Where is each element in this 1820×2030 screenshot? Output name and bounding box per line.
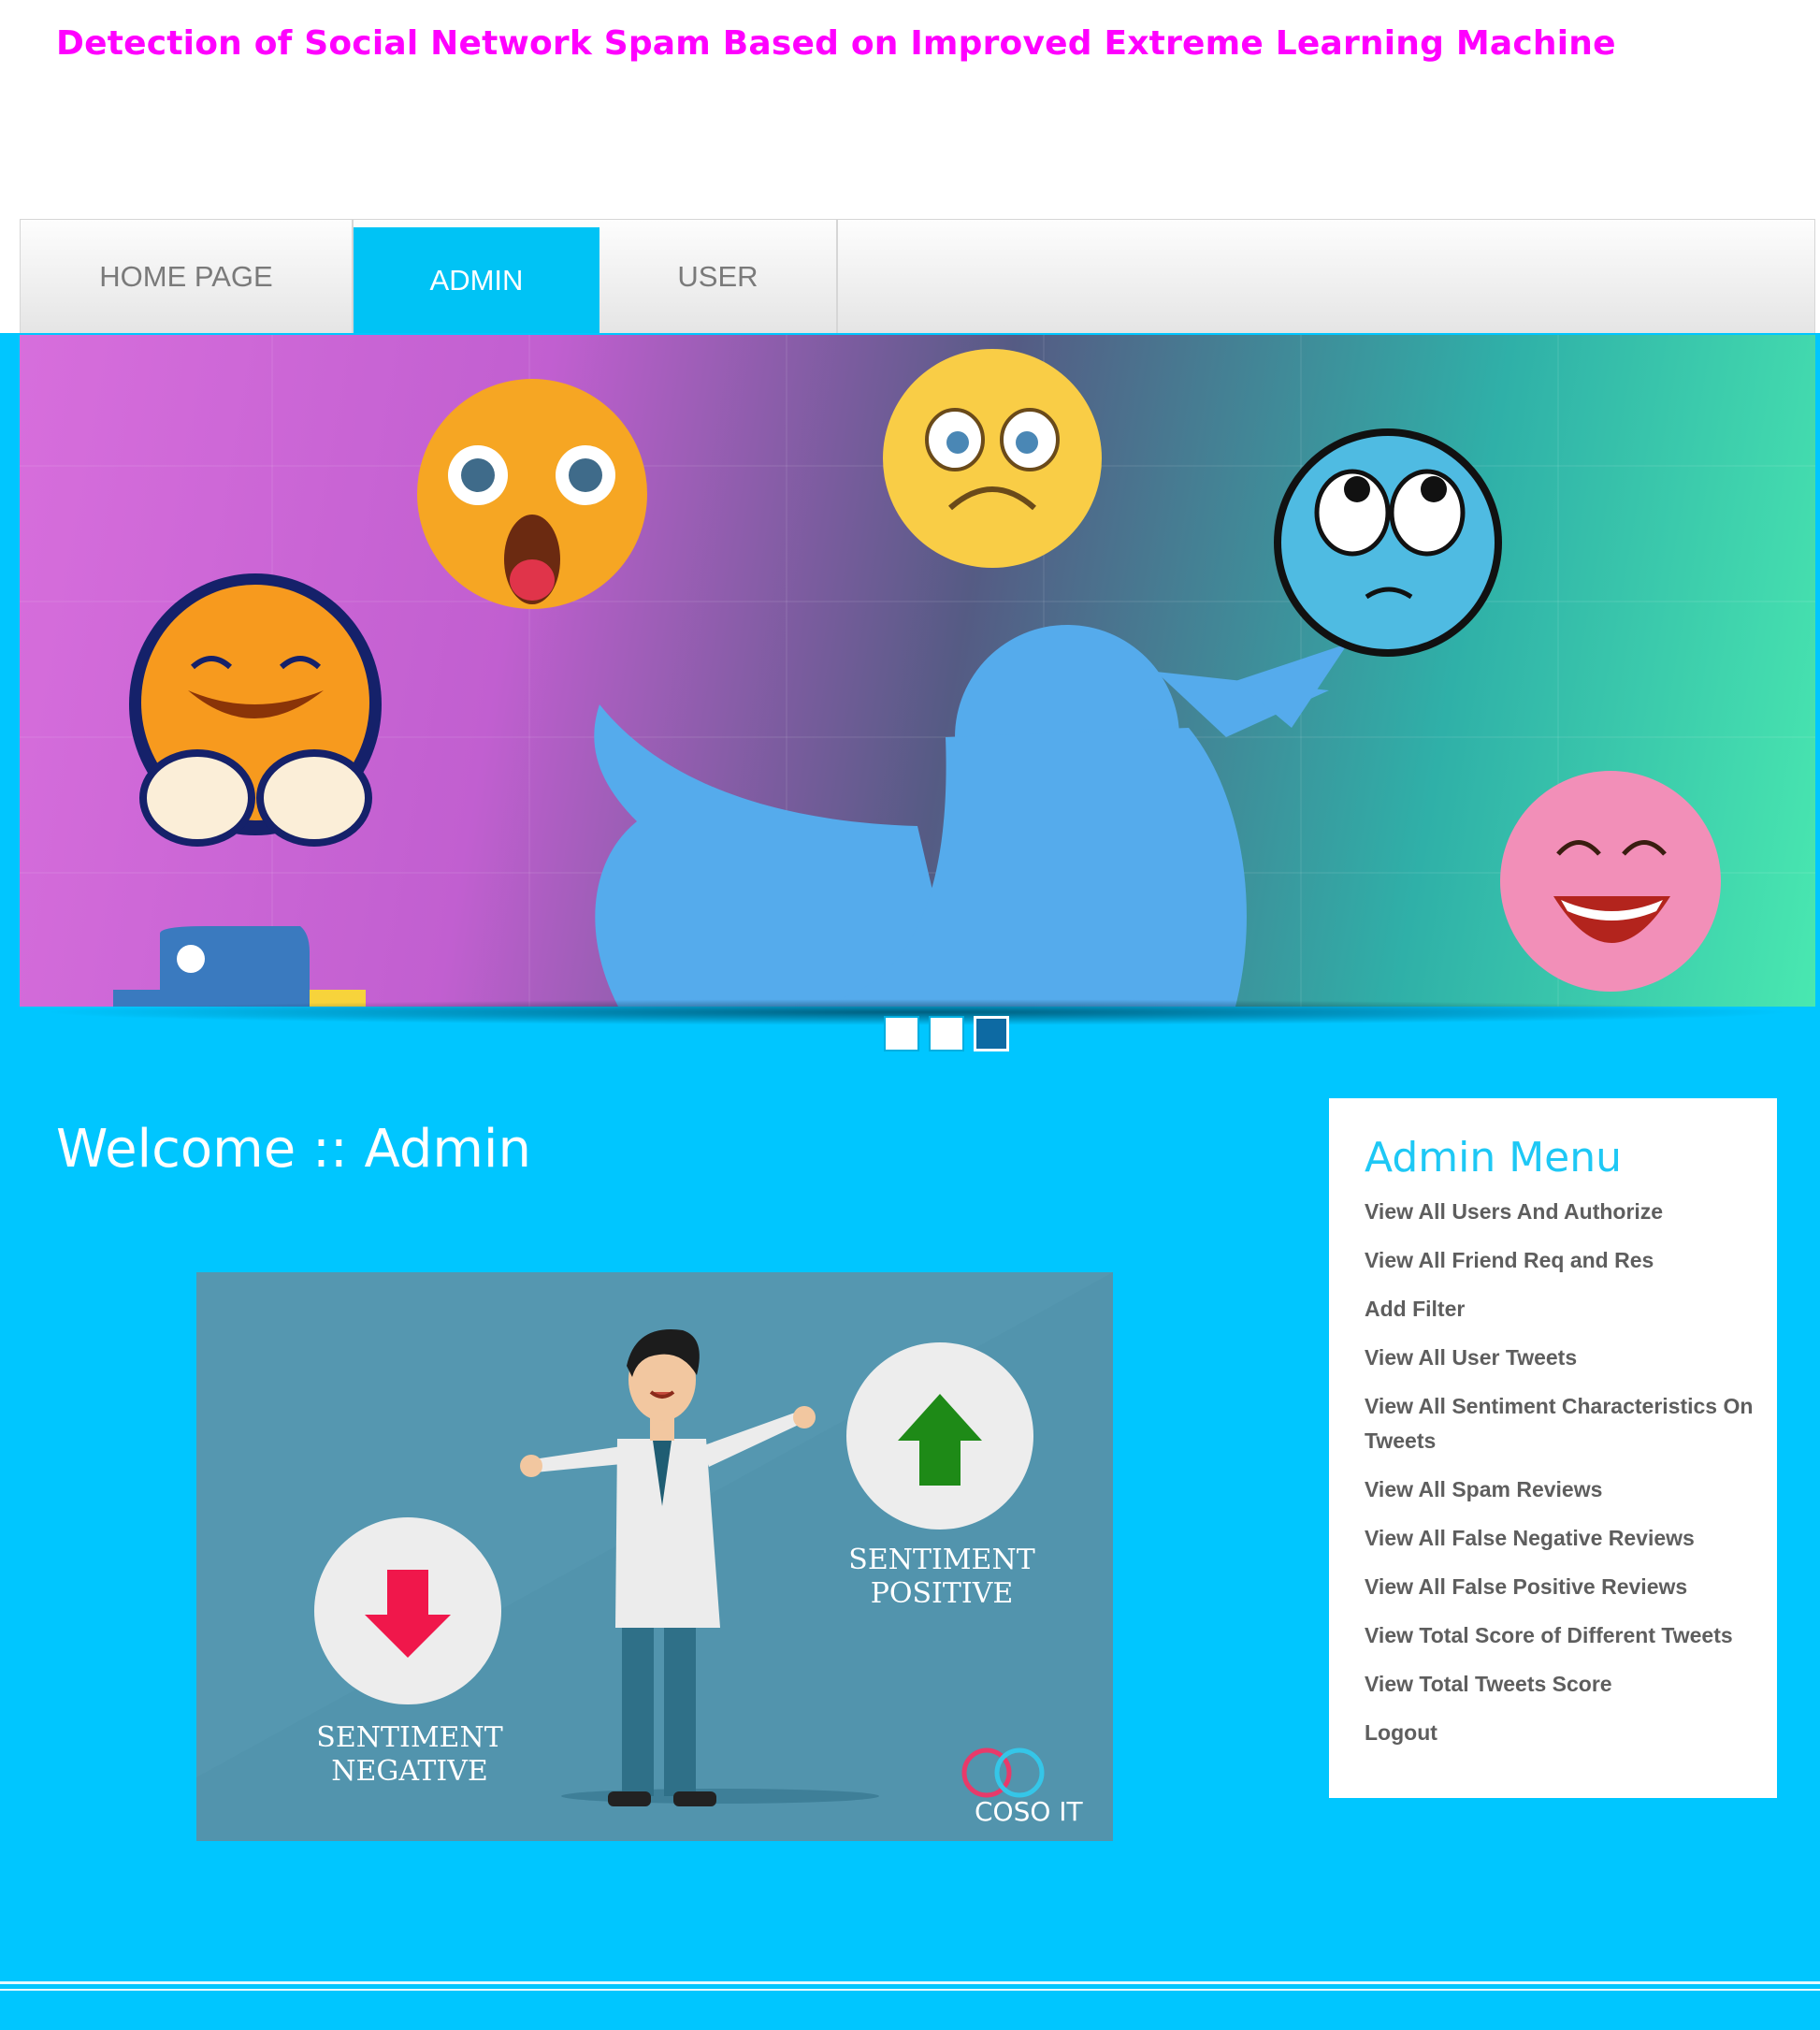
footer-divider <box>0 1981 1820 1984</box>
menu-view-total-score-different-tweets[interactable]: View Total Score of Different Tweets <box>1365 1618 1777 1653</box>
site-title: Detection of Social Network Spam Based o… <box>56 24 1616 63</box>
nav-admin[interactable]: ADMIN <box>354 227 599 334</box>
slide-dot-2[interactable] <box>929 1016 964 1051</box>
menu-view-spam-reviews[interactable]: View All Spam Reviews <box>1365 1472 1777 1507</box>
positive-label-line1: SENTIMENT <box>848 1544 1035 1576</box>
admin-menu-title: Admin Menu <box>1365 1134 1623 1182</box>
shocked-emoji-icon <box>417 379 647 609</box>
positive-label-line2: POSITIVE <box>870 1577 1014 1610</box>
menu-view-sentiment-characteristics[interactable]: View All Sentiment Characteristics On Tw… <box>1365 1389 1777 1458</box>
slide-dot-1[interactable] <box>884 1016 919 1051</box>
hug-emoji-icon <box>129 573 382 847</box>
sentiment-positive-label: SENTIMENT POSITIVE <box>830 1544 1054 1611</box>
sentiment-negative-label: SENTIMENT NEGATIVE <box>297 1721 522 1789</box>
sad-emoji-icon <box>883 349 1102 568</box>
menu-view-false-negative-reviews[interactable]: View All False Negative Reviews <box>1365 1521 1777 1556</box>
nav-user[interactable]: USER <box>599 220 838 334</box>
sentiment-illustration: SENTIMENT NEGATIVE SENTIMENT POSITIVE CO… <box>196 1272 1113 1841</box>
menu-view-friend-requests[interactable]: View All Friend Req and Res <box>1365 1243 1777 1278</box>
footer-divider-secondary <box>0 1989 1820 1991</box>
eye-roll-emoji-icon <box>1274 428 1502 657</box>
laughing-emoji-icon <box>1500 771 1721 992</box>
welcome-heading: Welcome :: Admin <box>56 1119 531 1180</box>
negative-label-line2: NEGATIVE <box>331 1755 488 1788</box>
twitter-bird-icon <box>594 625 1348 1007</box>
slider-pagination <box>884 1016 1009 1051</box>
menu-add-filter[interactable]: Add Filter <box>1365 1292 1777 1327</box>
banner-image <box>20 335 1815 1007</box>
coso-it-logo-text: COSO IT <box>975 1796 1083 1827</box>
negative-label-line1: SENTIMENT <box>316 1721 503 1754</box>
banner-slider <box>20 335 1815 1007</box>
main-navbar: HOME PAGE ADMIN USER <box>20 219 1815 334</box>
menu-view-user-tweets[interactable]: View All User Tweets <box>1365 1341 1777 1375</box>
nav-home-page[interactable]: HOME PAGE <box>21 220 354 334</box>
python-logo-icon <box>113 926 366 1007</box>
admin-menu-panel: Admin Menu View All Users And Authorize … <box>1329 1098 1777 1798</box>
menu-logout[interactable]: Logout <box>1365 1716 1777 1750</box>
menu-view-false-positive-reviews[interactable]: View All False Positive Reviews <box>1365 1570 1777 1604</box>
slide-dot-3[interactable] <box>974 1016 1009 1051</box>
menu-view-users-authorize[interactable]: View All Users And Authorize <box>1365 1195 1777 1229</box>
menu-view-total-tweets-score[interactable]: View Total Tweets Score <box>1365 1667 1777 1702</box>
